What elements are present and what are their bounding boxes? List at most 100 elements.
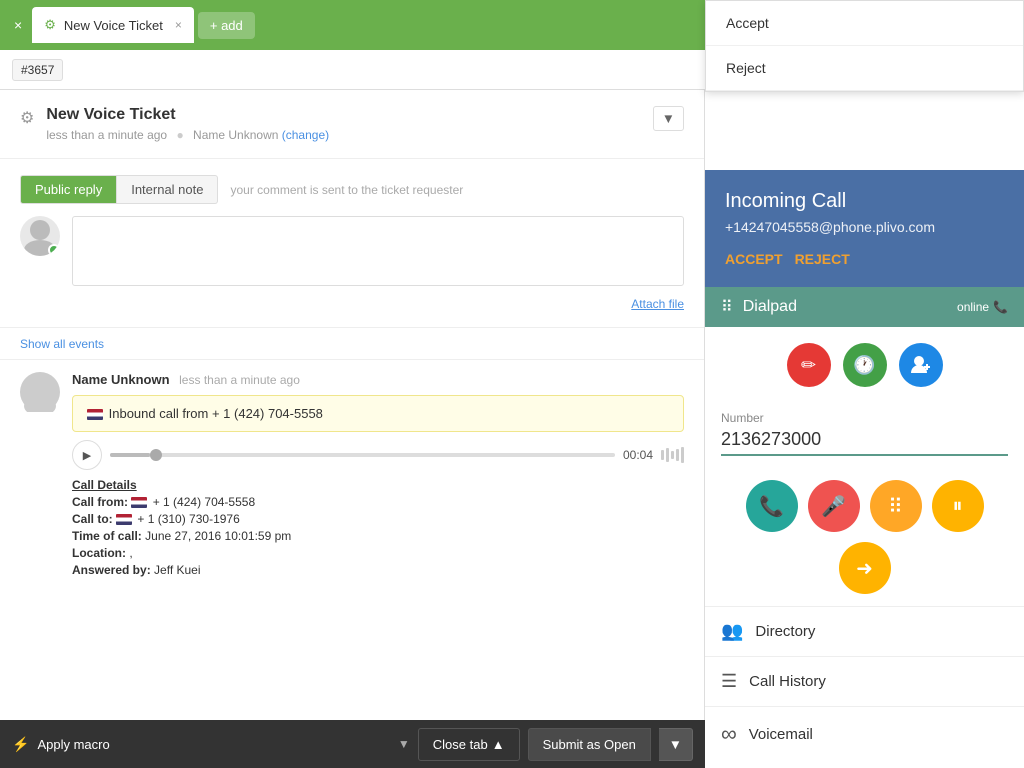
answered-label: Answered by: <box>72 563 151 577</box>
call-controls: 📞 🎤 ⠿ ⏸ ➜ <box>705 468 1024 606</box>
call-from-row: Call from: + 1 (424) 704-5558 <box>72 495 684 509</box>
internal-note-tab[interactable]: Internal note <box>117 175 218 204</box>
pause-button[interactable]: ⏸ <box>932 480 984 532</box>
audio-bars <box>661 447 684 463</box>
call-from-label: Call from: <box>72 495 128 509</box>
agent-avatar <box>20 216 60 256</box>
bar-2 <box>666 448 669 462</box>
mute-button[interactable]: 🎤 <box>808 480 860 532</box>
call-to-row: Call to: + 1 (310) 730-1976 <box>72 512 684 526</box>
dialpad-icon[interactable]: ⠿ <box>721 297 735 317</box>
meta-dot: ● <box>176 128 183 142</box>
reply-area: Public reply Internal note your comment … <box>0 159 704 328</box>
tab-close-icon[interactable]: × <box>175 18 182 32</box>
ticket-header: ⚙ New Voice Ticket less than a minute ag… <box>0 90 704 159</box>
call-to-value: + 1 (310) 730-1976 <box>137 512 239 526</box>
add-button[interactable]: + add <box>198 12 255 39</box>
audio-time: 00:04 <box>623 448 653 462</box>
number-value: 2136273000 <box>721 429 1008 456</box>
accept-menu-item[interactable]: Accept <box>706 1 1023 46</box>
location-value: , <box>129 546 132 560</box>
attach-file-link[interactable]: Attach file <box>631 297 684 311</box>
location-label: Location: <box>72 546 126 560</box>
active-tab[interactable]: ⚙ New Voice Ticket × <box>32 7 194 43</box>
call-to-label: Call to: <box>72 512 113 526</box>
directory-label: Directory <box>755 623 815 640</box>
reject-button[interactable]: REJECT <box>795 251 850 267</box>
audio-dot <box>150 449 162 461</box>
submit-dropdown-button[interactable]: ▼ <box>659 728 693 761</box>
ticket-title: New Voice Ticket <box>46 106 640 124</box>
audio-slider[interactable] <box>110 453 615 457</box>
voicemail-item[interactable]: ∞ Voicemail <box>705 706 1024 761</box>
bottom-bar: ⚡ Apply macro ▼ Close tab ▲ Submit as Op… <box>0 720 705 768</box>
change-link[interactable]: (change) <box>282 128 329 142</box>
accept-button[interactable]: ACCEPT <box>725 251 783 267</box>
reject-menu-item[interactable]: Reject <box>706 46 1023 91</box>
flag-icon <box>87 409 103 420</box>
transfer-button[interactable]: ➜ <box>839 542 891 594</box>
close-tab-label: Close tab <box>433 737 488 752</box>
tab-title: New Voice Ticket <box>64 18 163 33</box>
dialpad-button[interactable]: ⠿ <box>870 480 922 532</box>
bar-1 <box>661 450 664 460</box>
public-reply-tab[interactable]: Public reply <box>20 175 117 204</box>
event-content: Name Unknown less than a minute ago Inbo… <box>72 372 684 577</box>
add-contact-button[interactable] <box>899 343 943 387</box>
accept-reject-row: ACCEPT REJECT <box>725 251 1004 267</box>
call-from-flag-icon <box>131 497 147 508</box>
incoming-call-number: +14247045558@phone.plivo.com <box>725 219 1004 235</box>
ticket-info: New Voice Ticket less than a minute ago … <box>46 106 640 142</box>
reply-hint: your comment is sent to the ticket reque… <box>230 183 463 197</box>
time-label: Time of call: <box>72 529 142 543</box>
number-section: Number 2136273000 <box>705 403 1024 468</box>
audio-progress <box>110 453 150 457</box>
history-button[interactable]: 🕐 <box>843 343 887 387</box>
answered-row: Answered by: Jeff Kuei <box>72 563 684 577</box>
ticket-gear-icon[interactable]: ⚙ <box>20 108 34 128</box>
directory-icon: 👥 <box>721 621 743 642</box>
online-label: online <box>957 300 989 314</box>
reply-tabs: Public reply Internal note your comment … <box>20 175 684 204</box>
call-from-flag <box>131 495 149 509</box>
reply-input-area: Attach file <box>72 216 684 311</box>
ticket-number-badge: #3657 <box>12 59 63 81</box>
inbound-call-box: Inbound call from + 1 (424) 704-5558 <box>72 395 684 432</box>
call-details-title[interactable]: Call Details <box>72 478 684 492</box>
events-header: Show all events <box>0 328 704 360</box>
ticket-name: Name Unknown <box>193 128 278 142</box>
online-badge: online 📞 <box>957 300 1008 314</box>
inbound-flag <box>87 406 109 421</box>
close-button[interactable]: × <box>8 13 28 37</box>
call-history-icon: ☰ <box>721 671 737 692</box>
reply-textarea[interactable] <box>72 216 684 286</box>
call-history-item[interactable]: ☰ Call History <box>705 656 1024 706</box>
play-button[interactable]: ▶ <box>72 440 102 470</box>
call-to-flag-icon <box>116 514 132 525</box>
agent-reply-row: Attach file <box>20 216 684 311</box>
macro-label: Apply macro <box>37 737 109 752</box>
submit-button[interactable]: Submit as Open <box>528 728 651 761</box>
macro-dropdown-icon[interactable]: ▼ <box>398 737 410 751</box>
main-layout: ⚙ New Voice Ticket less than a minute ag… <box>0 90 1024 768</box>
call-from-value: + 1 (424) 704-5558 <box>153 495 255 509</box>
time-value: June 27, 2016 10:01:59 pm <box>145 529 291 543</box>
dialpad-title: Dialpad <box>743 298 949 316</box>
online-indicator <box>48 244 60 256</box>
event-header-row: Name Unknown less than a minute ago <box>72 372 684 387</box>
action-buttons-row: ✏ 🕐 <box>705 327 1024 403</box>
answer-call-button[interactable]: 📞 <box>746 480 798 532</box>
directory-item[interactable]: 👥 Directory <box>705 606 1024 656</box>
audio-player: ▶ 00:04 <box>72 440 684 470</box>
close-tab-button[interactable]: Close tab ▲ <box>418 728 520 761</box>
show-all-events-link[interactable]: Show all events <box>20 337 104 351</box>
dialpad-panel: ⠿ Dialpad online 📞 <box>705 287 1024 327</box>
event-avatar <box>20 372 60 412</box>
call-to-flag <box>116 512 134 526</box>
location-row: Location: , <box>72 546 684 560</box>
ticket-dropdown-button[interactable]: ▼ <box>653 106 684 131</box>
event-author: Name Unknown <box>72 372 170 387</box>
right-panel: Accept Reject Incoming Call +14247045558… <box>705 90 1024 768</box>
edit-button[interactable]: ✏ <box>787 343 831 387</box>
call-history-label: Call History <box>749 673 826 690</box>
